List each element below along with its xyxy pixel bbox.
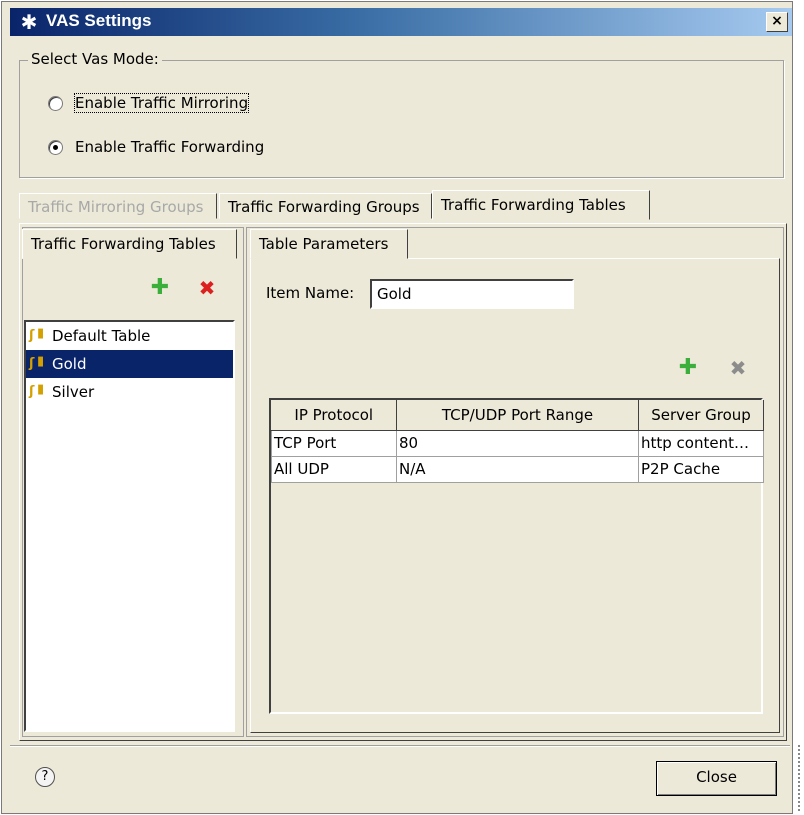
help-icon[interactable]: ? bbox=[35, 767, 55, 787]
list-item-silver[interactable]: ʃ ▮ Silver bbox=[26, 378, 233, 406]
table-cell[interactable]: N/A bbox=[396, 455, 639, 483]
table-header-row: IP Protocol TCP/UDP Port Range Server Gr… bbox=[271, 400, 764, 431]
table-cell[interactable]: http content… bbox=[638, 429, 764, 457]
radio-traffic-forwarding[interactable]: Enable Traffic Forwarding bbox=[48, 137, 264, 157]
port-mapping-table[interactable]: IP Protocol TCP/UDP Port Range Server Gr… bbox=[269, 398, 764, 714]
radio-traffic-mirroring[interactable]: Enable Traffic Mirroring bbox=[48, 93, 250, 113]
tables-list[interactable]: ʃ ▮ Default Table ʃ ▮ Gold ʃ ▮ Silver bbox=[24, 320, 235, 732]
radio-button[interactable] bbox=[48, 95, 63, 111]
plus-icon[interactable]: ✚ bbox=[677, 357, 699, 379]
table-icon: ʃ ▮ bbox=[29, 326, 45, 343]
table-cell[interactable]: P2P Cache bbox=[638, 455, 764, 483]
radio-button[interactable] bbox=[48, 139, 63, 155]
list-item-default-table[interactable]: ʃ ▮ Default Table bbox=[26, 322, 233, 350]
close-button[interactable]: Close bbox=[656, 761, 777, 796]
item-name-label: Item Name: bbox=[266, 284, 355, 302]
table-row[interactable]: TCP Port 80 http content… bbox=[271, 429, 764, 457]
plus-icon[interactable]: ✚ bbox=[149, 277, 171, 299]
tab-traffic-forwarding-tables[interactable]: Traffic Forwarding Tables bbox=[432, 190, 650, 220]
table-icon: ʃ ▮ bbox=[29, 382, 45, 399]
table-cell[interactable]: All UDP bbox=[271, 455, 397, 483]
tab-traffic-forwarding-groups[interactable]: Traffic Forwarding Groups bbox=[219, 193, 432, 219]
footer-divider bbox=[10, 745, 790, 747]
column-header[interactable]: Server Group bbox=[638, 400, 764, 431]
column-header[interactable]: IP Protocol bbox=[271, 400, 397, 431]
table-cell[interactable]: 80 bbox=[396, 429, 639, 457]
list-item-label: Default Table bbox=[52, 327, 151, 345]
item-name-input[interactable]: Gold bbox=[370, 279, 574, 309]
list-item-label: Gold bbox=[52, 355, 87, 373]
title-bar: ✱ VAS Settings × bbox=[10, 8, 792, 36]
resize-grip bbox=[798, 745, 803, 811]
vas-mode-group: Select Vas Mode: bbox=[19, 50, 784, 178]
radio-label: Enable Traffic Mirroring bbox=[73, 93, 250, 113]
list-item-label: Silver bbox=[52, 383, 95, 401]
table-row[interactable]: All UDP N/A P2P Cache bbox=[271, 455, 764, 483]
delete-icon[interactable]: ✖ bbox=[727, 357, 749, 379]
window-title: VAS Settings bbox=[46, 11, 152, 30]
column-header[interactable]: TCP/UDP Port Range bbox=[396, 400, 639, 431]
list-item-gold[interactable]: ʃ ▮ Gold bbox=[26, 350, 233, 378]
tab-traffic-forwarding-tables-inner[interactable]: Traffic Forwarding Tables bbox=[22, 229, 237, 259]
radio-label: Enable Traffic Forwarding bbox=[75, 138, 265, 156]
tab-traffic-mirroring-groups[interactable]: Traffic Mirroring Groups bbox=[19, 193, 217, 219]
asterisk-icon: ✱ bbox=[20, 10, 38, 34]
vas-mode-legend: Select Vas Mode: bbox=[28, 50, 162, 68]
delete-icon[interactable]: ✖ bbox=[196, 277, 218, 299]
table-cell[interactable]: TCP Port bbox=[271, 429, 397, 457]
table-icon: ʃ ▮ bbox=[29, 354, 45, 371]
close-window-button[interactable]: × bbox=[766, 12, 788, 32]
tab-table-parameters[interactable]: Table Parameters bbox=[250, 229, 408, 259]
